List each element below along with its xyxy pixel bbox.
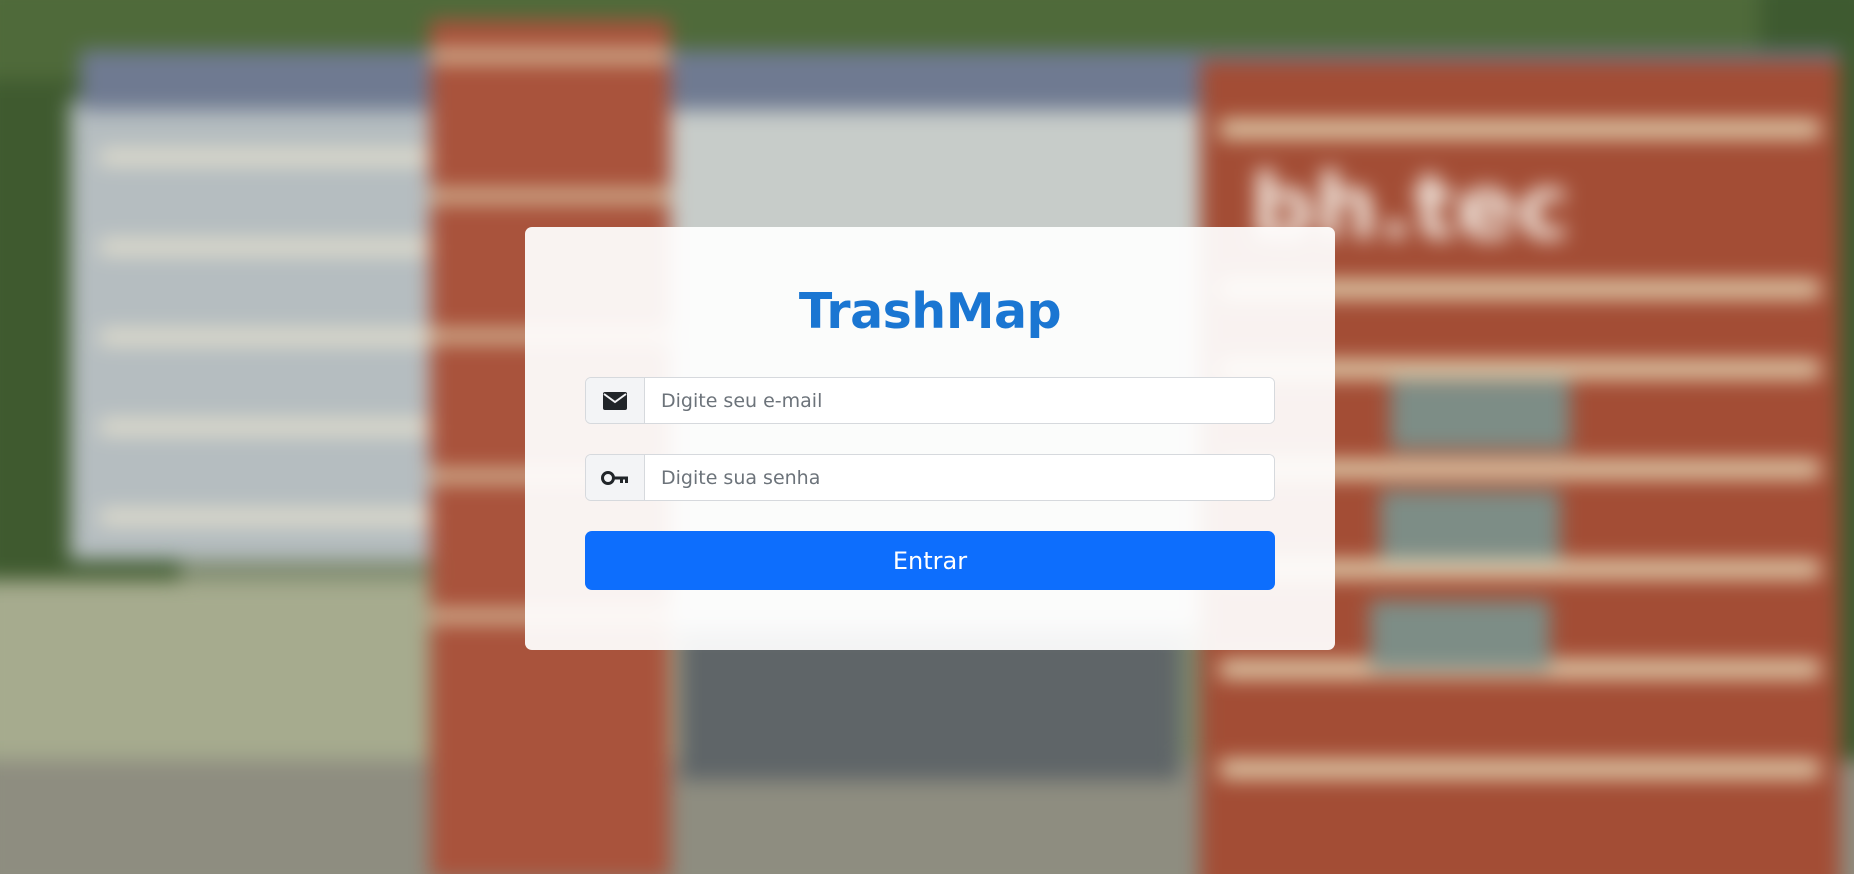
login-button[interactable]: Entrar	[585, 531, 1275, 590]
password-field[interactable]	[645, 455, 1274, 500]
email-input-group	[585, 377, 1275, 424]
password-input-group	[585, 454, 1275, 501]
key-icon	[586, 455, 645, 500]
envelope-icon	[586, 378, 645, 423]
login-card: TrashMap Entrar	[525, 227, 1335, 650]
app-title: TrashMap	[798, 283, 1062, 340]
email-field[interactable]	[645, 378, 1274, 423]
